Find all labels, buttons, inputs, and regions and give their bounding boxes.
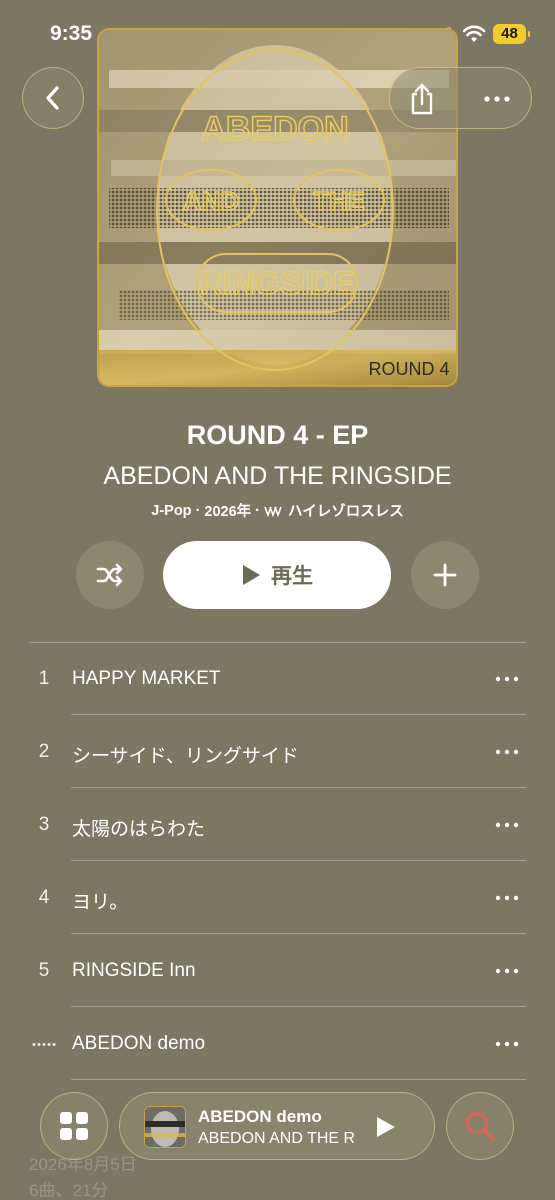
mini-player-artist: ABEDON AND THE RINGSIDE [198,1130,354,1147]
cover-text-ringside: RINGSIDE [200,265,355,301]
track-title: ABEDON demo [72,1033,206,1054]
battery-indicator: 48 [493,24,530,44]
play-icon[interactable] [373,1115,397,1139]
track-title: RINGSIDE Inn [72,960,196,981]
album-quality: ハイレゾロスレス [288,504,404,520]
track-row[interactable]: 1 HAPPY MARKET [0,642,555,715]
track-row[interactable]: ABEDON demo [0,1007,555,1080]
bonus-track-indicator-icon [32,1043,56,1046]
meta-separator: · [195,502,201,519]
cover-text-the: THE [313,186,365,216]
play-button[interactable]: 再生 [163,541,391,609]
search-button[interactable] [446,1092,514,1160]
album-meta: J-Pop · 2026年 · ハイレゾロスレス [0,500,555,521]
divider [71,1079,526,1080]
more-options-icon[interactable] [495,895,519,901]
cover-text-abedon: ABEDON [201,110,348,148]
play-icon [243,565,260,585]
more-options-icon[interactable] [495,749,519,755]
track-number: 2 [38,741,50,762]
back-button[interactable] [22,67,84,129]
track-title: HAPPY MARKET [72,668,221,689]
track-row[interactable]: 5 RINGSIDE Inn [0,934,555,1007]
grid-icon [60,1112,88,1140]
plus-icon [433,563,457,587]
play-button-label: 再生 [271,565,313,588]
top-actions-pill [389,67,532,129]
track-number: 4 [38,887,50,908]
mini-player[interactable]: ABEDON demo ABEDON AND THE RINGSIDE [119,1092,435,1160]
more-options-icon[interactable] [482,90,512,108]
more-options-icon[interactable] [495,822,519,828]
mini-player-title: ABEDON demo [198,1107,322,1126]
shuffle-icon [96,563,123,587]
track-number: 5 [38,960,50,981]
track-title: シーサイド、リングサイド [72,746,299,767]
chevron-left-icon [46,86,59,110]
album-artist[interactable]: ABEDON AND THE RINGSIDE [0,462,555,491]
shuffle-button[interactable] [76,541,144,609]
track-row[interactable]: 2 シーサイド、リングサイド [0,715,555,788]
track-number: 3 [38,814,50,835]
track-row[interactable]: 3 太陽のはらわた [0,788,555,861]
cover-text-round4: ROUND 4 [368,359,449,379]
album-title: ROUND 4 - EP [186,420,369,450]
status-time: 9:35 [50,22,93,45]
track-title: ヨリ。 [72,892,129,913]
wifi-icon [462,25,486,42]
meta-separator: · [255,502,260,519]
album-year: 2026年 [204,504,252,520]
more-options-icon[interactable] [495,968,519,974]
track-title: 太陽のはらわた [72,819,206,840]
share-icon[interactable] [406,82,438,116]
mini-player-artwork [144,1106,186,1148]
more-options-icon[interactable] [495,1041,519,1047]
more-options-icon[interactable] [495,676,519,682]
track-summary: 6曲、21分 [29,1181,109,1200]
track-row[interactable]: 4 ヨリ。 [0,861,555,934]
library-tabs-button[interactable] [40,1092,108,1160]
cover-text-and: AND [183,186,239,216]
add-to-library-button[interactable] [411,541,479,609]
track-number: 1 [38,668,50,689]
search-icon [466,1112,495,1141]
hi-res-lossless-icon [264,506,282,517]
album-genre: J-Pop [151,502,192,519]
